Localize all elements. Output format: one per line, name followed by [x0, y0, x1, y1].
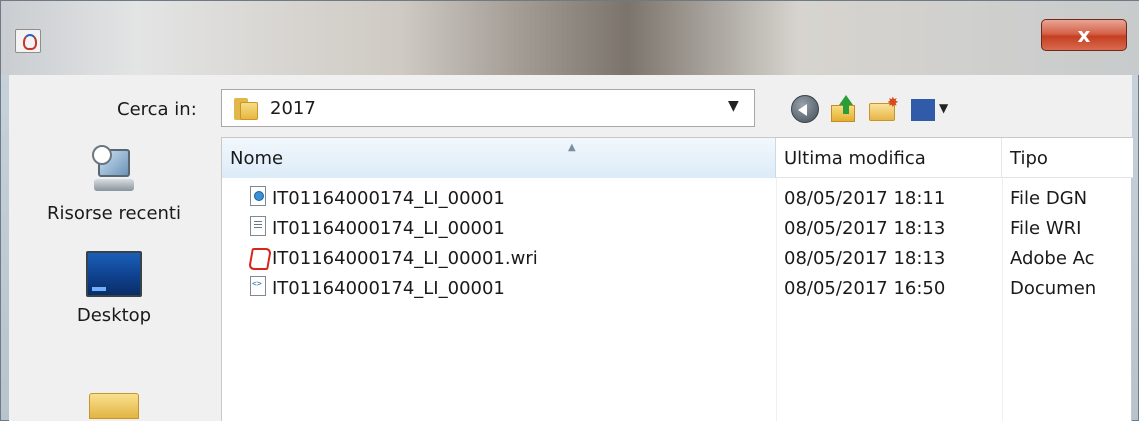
column-header-modified[interactable]: Ultima modifica: [776, 138, 1002, 178]
file-type: Adobe Ac: [1010, 248, 1095, 269]
file-list-header: Nome ▲ Ultima modifica Tipo: [222, 138, 1133, 178]
look-in-label: Cerca in:: [117, 99, 197, 120]
file-type: File WRI: [1010, 218, 1082, 239]
place-documents[interactable]: [9, 393, 219, 419]
close-button[interactable]: x: [1041, 19, 1127, 51]
look-in-combo[interactable]: 2017 ▼: [221, 89, 755, 127]
place-label-recent: Risorse recenti: [47, 203, 181, 224]
file-name: IT01164000174_LI_00001: [272, 218, 505, 239]
file-list: Nome ▲ Ultima modifica Tipo IT0116400017…: [221, 137, 1133, 421]
places-bar: Risorse recenti Desktop: [9, 137, 221, 421]
place-recent-items[interactable]: Risorse recenti: [9, 145, 219, 224]
column-header-name[interactable]: Nome: [222, 138, 776, 178]
place-label-desktop: Desktop: [76, 305, 152, 326]
back-arrow-icon[interactable]: [791, 95, 819, 123]
java-icon: [15, 29, 41, 53]
table-row[interactable]: IT01164000174_LI_00001 08/05/2017 16:50 …: [222, 274, 1133, 304]
file-modified: 08/05/2017 16:50: [784, 278, 946, 299]
new-folder-icon[interactable]: ✸: [869, 95, 899, 123]
file-type: Documen: [1010, 278, 1097, 299]
file-name: IT01164000174_LI_00001: [272, 278, 505, 299]
wri-file-icon: [250, 216, 266, 236]
file-chooser-window: x Cerca in: 2017 ▼ ✸ ▼ Risorse recenti D…: [0, 0, 1139, 421]
file-modified: 08/05/2017 18:13: [784, 248, 946, 269]
file-name: IT01164000174_LI_00001: [272, 188, 505, 209]
recent-items-icon: [88, 145, 140, 197]
file-modified: 08/05/2017 18:11: [784, 188, 946, 209]
up-folder-icon[interactable]: [831, 95, 859, 123]
desktop-icon: [86, 251, 142, 297]
chevron-down-icon[interactable]: ▼: [728, 98, 739, 114]
xml-file-icon: [250, 276, 266, 296]
table-row[interactable]: IT01164000174_LI_00001.wri 08/05/2017 18…: [222, 244, 1133, 274]
dgn-file-icon: [250, 186, 266, 206]
view-menu-icon[interactable]: ▼: [911, 95, 955, 123]
folder-icon: [234, 98, 260, 120]
pdf-file-icon: [248, 246, 268, 268]
documents-folder-icon: [89, 393, 139, 419]
dialog-content: Cerca in: 2017 ▼ ✸ ▼ Risorse recenti Des…: [9, 75, 1133, 421]
table-row[interactable]: IT01164000174_LI_00001 08/05/2017 18:13 …: [222, 214, 1133, 244]
file-name: IT01164000174_LI_00001.wri: [272, 248, 538, 269]
sort-ascending-icon: ▲: [568, 142, 576, 153]
look-in-value: 2017: [270, 98, 316, 119]
column-header-type[interactable]: Tipo: [1002, 138, 1133, 178]
title-bar: x: [1, 1, 1139, 75]
table-row[interactable]: IT01164000174_LI_00001 08/05/2017 18:11 …: [222, 184, 1133, 214]
file-modified: 08/05/2017 18:13: [784, 218, 946, 239]
file-type: File DGN: [1010, 188, 1088, 209]
place-desktop[interactable]: Desktop: [9, 251, 219, 326]
